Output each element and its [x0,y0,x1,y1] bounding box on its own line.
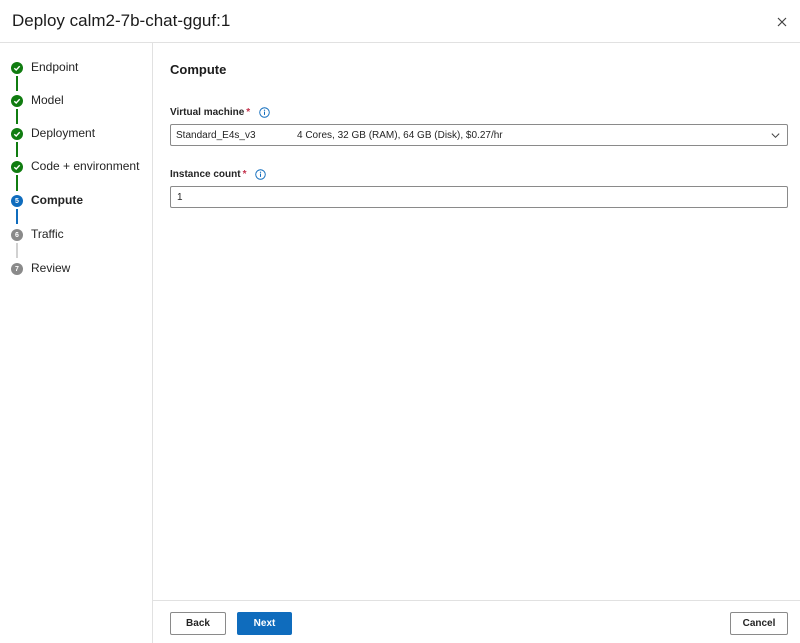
section-title: Compute [170,62,227,77]
checkmark-icon [11,62,23,74]
step-number-badge: 7 [11,263,23,275]
step-label: Model [31,93,64,107]
step-compute[interactable]: 5 Compute [0,190,153,212]
step-label: Code + environment [31,159,140,173]
step-review[interactable]: 7 Review [0,258,153,280]
field-label-text: Instance count [170,169,241,181]
back-button[interactable]: Back [170,612,226,635]
step-label: Traffic [31,227,64,241]
step-code-environment[interactable]: Code + environment [0,156,153,178]
wizard-steps: Endpoint Model Deployment Code + environ… [0,43,153,643]
info-icon[interactable] [255,169,266,180]
vm-sku: Standard_E4s_v3 [176,130,256,141]
step-endpoint[interactable]: Endpoint [0,57,153,79]
dialog-footer: Back Next Cancel [153,600,800,643]
dialog-header: Deploy calm2-7b-chat-gguf:1 [0,0,800,43]
checkmark-icon [11,128,23,140]
required-marker: * [242,169,247,181]
step-deployment[interactable]: Deployment [0,123,153,145]
dialog-title: Deploy calm2-7b-chat-gguf:1 [12,11,231,30]
step-label: Endpoint [31,60,79,74]
compute-panel: Compute Virtual machine * Standard_E4s_v3… [153,43,800,600]
step-label: Deployment [31,126,96,140]
step-label: Compute [31,193,83,207]
step-label: Review [31,261,71,275]
instance-count-label: Instance count * [170,169,266,180]
next-button[interactable]: Next [237,612,292,635]
chevron-down-icon [771,133,780,139]
close-icon[interactable] [772,12,792,32]
step-traffic[interactable]: 6 Traffic [0,224,153,246]
close-button[interactable] [772,12,792,32]
virtual-machine-label: Virtual machine * [170,107,270,118]
step-number-badge: 6 [11,229,23,241]
checkmark-icon [11,95,23,107]
field-label-text: Virtual machine [170,107,245,119]
vm-spec: 4 Cores, 32 GB (RAM), 64 GB (Disk), $0.2… [297,130,503,141]
instance-count-input[interactable]: 1 [170,186,788,208]
step-number-badge: 5 [11,195,23,207]
info-icon[interactable] [259,107,270,118]
checkmark-icon [11,161,23,173]
virtual-machine-dropdown[interactable]: Standard_E4s_v3 4 Cores, 32 GB (RAM), 64… [170,124,788,146]
required-marker: * [246,107,251,119]
step-model[interactable]: Model [0,90,153,112]
cancel-button[interactable]: Cancel [730,612,788,635]
